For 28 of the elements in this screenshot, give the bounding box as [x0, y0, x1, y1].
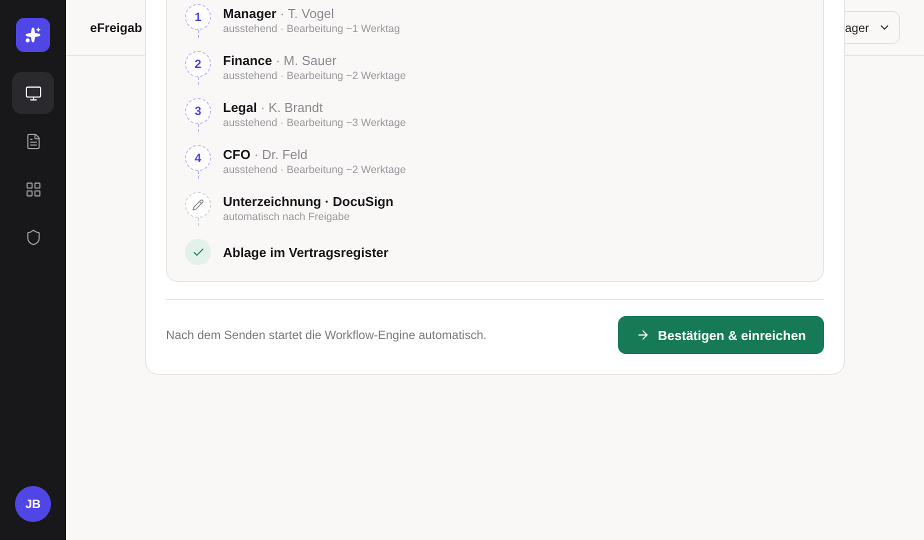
step-detail: ausstehend · Bearbeitung ~1 Werktag: [223, 23, 400, 35]
step-title: Ablage im Vertragsregister: [223, 245, 388, 260]
step-number: 3: [194, 104, 202, 118]
arrow-right-icon: [636, 328, 650, 342]
step-title: Unterzeichnung · DocuSign: [223, 194, 394, 209]
footer-note: Nach dem Senden startet die Workflow-Engine automatisch.: [166, 328, 487, 342]
step-detail: ausstehend · Bearbeitung ~2 Werktage: [223, 70, 406, 82]
step-title: Manager · T. Vogel: [223, 6, 336, 21]
shield-icon: [24, 228, 42, 246]
step-title: CFO · Dr. Feld: [223, 147, 309, 162]
pencil-icon: [192, 199, 204, 211]
step-title: Finance · M. Sauer: [223, 53, 338, 68]
step-number: 4: [194, 151, 202, 165]
step-number: 2: [194, 57, 202, 71]
user-avatar[interactable]: JB: [15, 486, 51, 522]
check-icon: [192, 246, 204, 258]
page-title: eFreigab: [90, 20, 142, 34]
step-detail: ausstehend · Bearbeitung ~3 Werktage: [223, 117, 406, 129]
submit-button[interactable]: Bestätigen & einreichen: [618, 316, 824, 354]
grid-icon: [24, 180, 42, 198]
document-icon: [24, 132, 42, 150]
step-detail: automatisch nach Freigabe: [223, 211, 351, 223]
logo-icon[interactable]: [16, 18, 50, 52]
step-detail: ausstehend · Bearbeitung ~2 Werktage: [223, 164, 406, 176]
monitor-icon: [24, 84, 42, 102]
sidebar-item[interactable]: [12, 72, 54, 114]
step-number: 1: [194, 10, 202, 24]
step-title: Legal · K. Brandt: [223, 100, 324, 115]
